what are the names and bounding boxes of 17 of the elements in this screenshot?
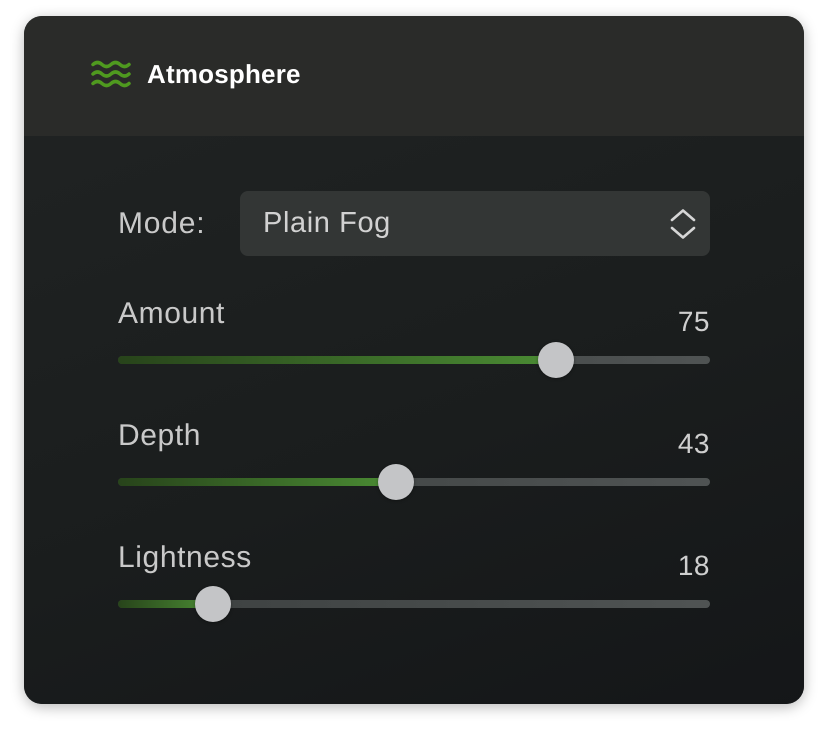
slider-track[interactable]	[118, 586, 710, 622]
slider-track[interactable]	[118, 342, 710, 378]
slider-label: Amount	[118, 296, 225, 332]
slider-value: 43	[678, 427, 710, 461]
waves-icon	[91, 60, 131, 88]
mode-label: Mode:	[118, 206, 206, 242]
slider-value: 18	[678, 549, 710, 583]
slider-label: Depth	[118, 418, 202, 454]
slider-value: 75	[678, 305, 710, 339]
slider-thumb[interactable]	[538, 342, 574, 378]
slider-thumb[interactable]	[378, 464, 414, 500]
slider-track[interactable]	[118, 464, 710, 500]
chevron-icon	[670, 208, 696, 240]
slider-label: Lightness	[118, 540, 252, 576]
mode-select[interactable]: Plain Fog	[240, 191, 710, 256]
slider-thumb[interactable]	[194, 586, 231, 622]
panel-title: Atmosphere	[147, 58, 301, 90]
